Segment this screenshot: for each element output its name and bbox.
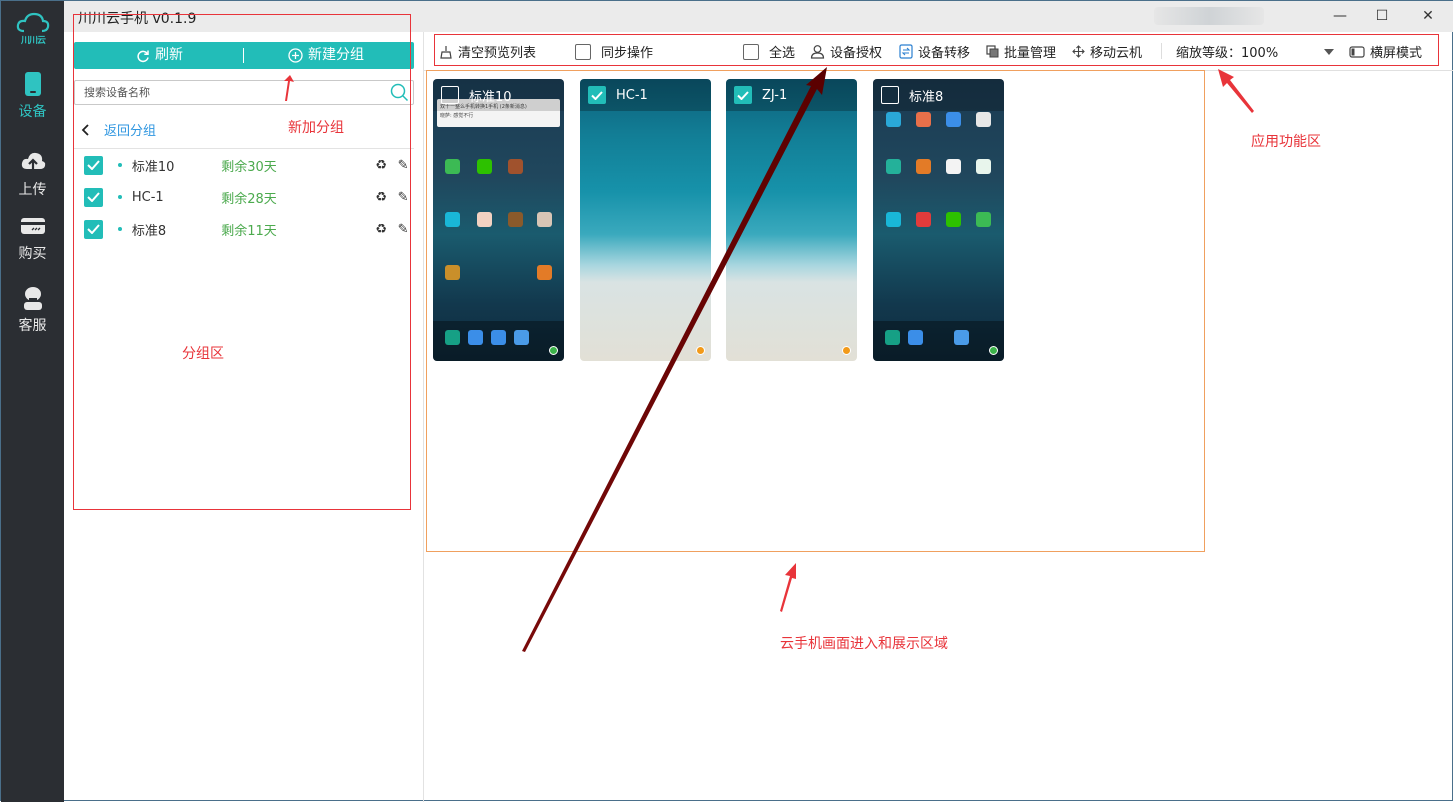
maximize-button[interactable]: ☐ [1368,5,1396,27]
nav-item-support[interactable]: 客服 [1,285,64,345]
logo-text: 川川云 [20,36,46,46]
card-icon [20,218,45,234]
annotation-group-area: 分组区 [182,346,224,362]
nav-label: 上传 [18,182,47,198]
app-logo: 川川云 [14,11,52,47]
annotation-function-area: 应用功能区 [1251,134,1321,150]
blurred-user-info [1154,7,1264,25]
group-area-outline [73,14,411,510]
minimize-button[interactable]: — [1326,5,1354,27]
app-window: 川川云 设备 上传 购买 客服 川川云手机 v0.1.9 — ☐ ✕ 刷新 新建… [0,0,1453,802]
nav-item-purchase[interactable]: 购买 [1,213,64,273]
nav-label: 购买 [18,246,47,262]
nav-label: 设备 [18,104,47,120]
arrow-icon [1218,69,1254,113]
nav-item-devices[interactable]: 设备 [1,71,64,131]
display-area-outline [426,70,1205,552]
close-button[interactable]: ✕ [1414,5,1442,27]
cloud-logo-icon [16,12,50,33]
annotation-display-area: 云手机画面进入和展示区域 [780,636,948,652]
phone-icon [24,72,41,96]
nav-label: 客服 [18,318,47,334]
headset-icon [23,287,42,310]
arrow-icon [780,563,796,612]
function-area-outline [434,34,1439,66]
annotation-new-group: 新加分组 [288,120,344,136]
cloud-upload-icon [21,152,45,170]
nav-item-upload[interactable]: 上传 [1,149,64,209]
left-nav: 川川云 设备 上传 购买 客服 [1,1,64,802]
